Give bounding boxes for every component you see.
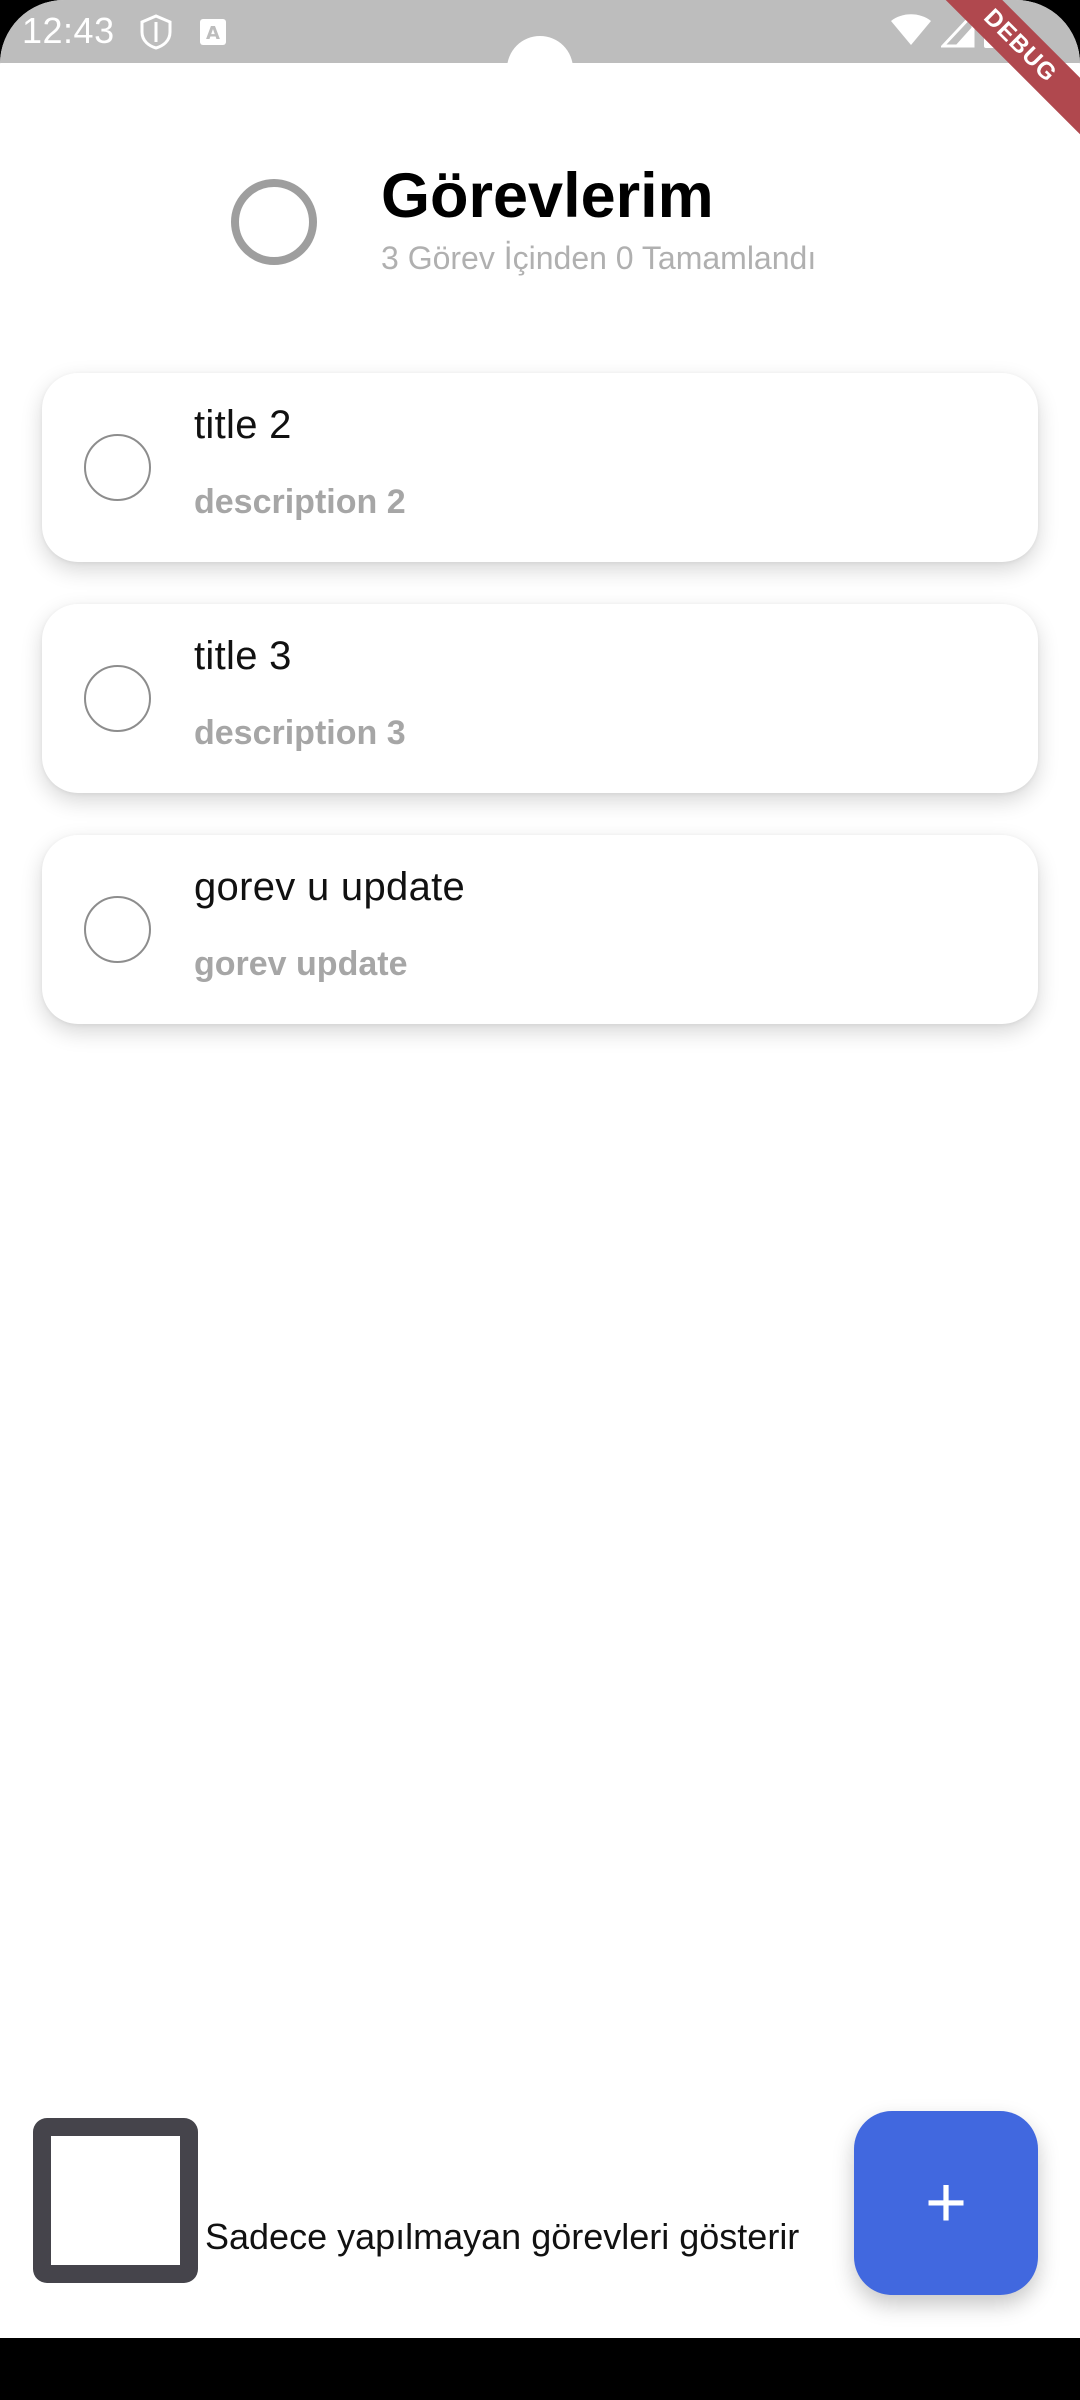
task-title: title 2 bbox=[194, 403, 292, 447]
page-subtitle: 3 Görev İçinden 0 Tamamlandı bbox=[381, 240, 817, 276]
progress-ring bbox=[231, 179, 317, 265]
svg-text:A: A bbox=[206, 23, 220, 44]
task-description: description 2 bbox=[194, 483, 406, 521]
task-checkbox[interactable] bbox=[84, 896, 151, 963]
task-title: gorev u update bbox=[194, 865, 466, 909]
task-card[interactable]: gorev u update gorev update bbox=[42, 835, 1038, 1024]
task-checkbox[interactable] bbox=[84, 434, 151, 501]
task-title: title 3 bbox=[194, 634, 292, 678]
home-handle[interactable] bbox=[399, 2328, 681, 2338]
task-description: gorev update bbox=[194, 945, 408, 983]
task-card[interactable]: title 3 description 3 bbox=[42, 604, 1038, 793]
task-description: description 3 bbox=[194, 714, 406, 752]
page-title: Görevlerim bbox=[381, 161, 714, 231]
wifi-icon bbox=[890, 13, 932, 52]
task-checkbox[interactable] bbox=[84, 665, 151, 732]
app-screen: 12:43 A DEBUG Görevlerim 3 Görev İçinden… bbox=[0, 0, 1080, 2400]
plus-icon: + bbox=[924, 2163, 968, 2243]
task-card[interactable]: title 2 description 2 bbox=[42, 373, 1038, 562]
navigation-bar bbox=[0, 2328, 1080, 2400]
add-task-button[interactable]: + bbox=[854, 2111, 1038, 2295]
filter-label: Sadece yapılmayan görevleri gösterir bbox=[205, 2216, 800, 2257]
status-time: 12:43 bbox=[22, 10, 115, 51]
shield-icon bbox=[139, 14, 173, 55]
keyboard-a-icon: A bbox=[199, 18, 227, 51]
filter-checkbox[interactable] bbox=[33, 2118, 198, 2283]
